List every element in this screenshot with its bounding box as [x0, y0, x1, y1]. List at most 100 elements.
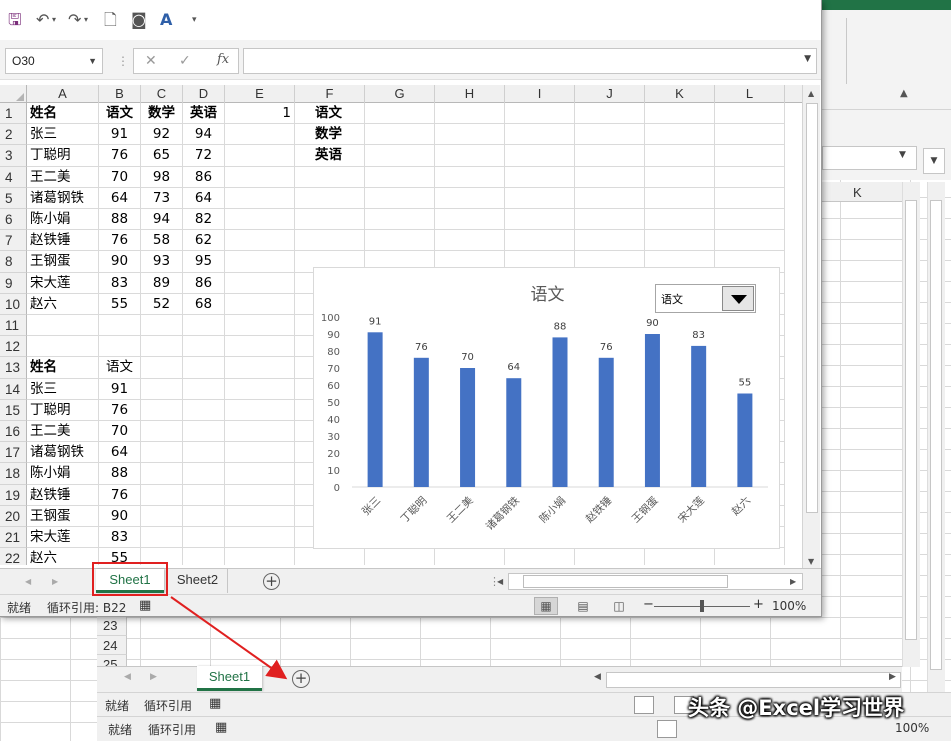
cell-i6[interactable] — [505, 209, 575, 231]
cell-a12[interactable] — [27, 336, 99, 358]
cell-b7[interactable]: 76 — [99, 230, 141, 252]
cell-e1[interactable]: 1 — [225, 103, 295, 125]
name-box[interactable]: O30 ▼ — [5, 48, 103, 74]
row-header[interactable]: 7 — [0, 230, 27, 252]
cell-i4[interactable] — [505, 166, 575, 188]
cell-b11[interactable] — [99, 315, 141, 337]
cell-d10[interactable]: 68 — [183, 293, 225, 315]
cell-g7[interactable] — [365, 230, 435, 252]
cell-d13[interactable] — [183, 357, 225, 379]
cell-a16[interactable]: 王二美 — [27, 421, 99, 443]
cell-g6[interactable] — [365, 209, 435, 231]
cell-b16[interactable]: 70 — [99, 421, 141, 443]
cell-a4[interactable]: 王二美 — [27, 166, 99, 188]
scroll-tabs-left-icon[interactable]: ◀ — [25, 577, 31, 586]
new-sheet-button[interactable]: + — [263, 573, 280, 590]
row-header[interactable]: 13 — [0, 357, 27, 379]
cell-l7[interactable] — [715, 230, 785, 252]
cell-b13[interactable]: 语文 — [99, 357, 141, 379]
cell-b2[interactable]: 91 — [99, 124, 141, 146]
cell-c13[interactable] — [141, 357, 183, 379]
column-header-a[interactable]: A — [27, 85, 99, 103]
cell-b17[interactable]: 64 — [99, 442, 141, 464]
zoom-out-icon[interactable]: − — [643, 597, 654, 612]
column-header-e[interactable]: E — [225, 85, 295, 103]
cell-i7[interactable] — [505, 230, 575, 252]
cell-e20[interactable] — [225, 505, 295, 527]
cell-d8[interactable]: 95 — [183, 251, 225, 273]
cell-l6[interactable] — [715, 209, 785, 231]
formula-bar-grip-icon[interactable]: ⋮ — [117, 54, 129, 68]
zoom-slider-thumb[interactable] — [700, 600, 704, 612]
cell-d17[interactable] — [183, 442, 225, 464]
cell-a18[interactable]: 陈小娟 — [27, 463, 99, 485]
cell-a22[interactable]: 赵六 — [27, 548, 99, 565]
background-column-k[interactable]: K — [853, 185, 862, 200]
column-header-d[interactable]: D — [183, 85, 225, 103]
cell-e10[interactable] — [225, 293, 295, 315]
cell-l22[interactable] — [715, 548, 785, 565]
status-circular-reference[interactable]: 循环引用: B22 — [47, 599, 126, 616]
page-break-preview-icon[interactable]: ◫ — [607, 597, 631, 615]
cell-c11[interactable] — [141, 315, 183, 337]
cell-h5[interactable] — [435, 187, 505, 209]
cell-d20[interactable] — [183, 505, 225, 527]
cell-j7[interactable] — [575, 230, 645, 252]
chart-bar[interactable] — [644, 334, 660, 487]
bar-chart[interactable]: 语文 0 10 20 30 40 50 60 70 80 90 100 91 张三 76 丁聪明 70 王二美 6… — [313, 267, 780, 549]
cell-j4[interactable] — [575, 166, 645, 188]
cell-e5[interactable] — [225, 187, 295, 209]
cell-e15[interactable] — [225, 399, 295, 421]
cell-j22[interactable] — [575, 548, 645, 565]
cell-j1[interactable] — [575, 103, 645, 125]
cell-i3[interactable] — [505, 145, 575, 167]
background-row-header[interactable]: 23 — [97, 616, 127, 636]
cell-i5[interactable] — [505, 187, 575, 209]
cell-e18[interactable] — [225, 463, 295, 485]
cell-f3[interactable]: 英语 — [295, 145, 365, 167]
cell-e13[interactable] — [225, 357, 295, 379]
cell-a1[interactable]: 姓名 — [27, 103, 99, 125]
cell-e2[interactable] — [225, 124, 295, 146]
cell-i2[interactable] — [505, 124, 575, 146]
cell-g5[interactable] — [365, 187, 435, 209]
cell-g1[interactable] — [365, 103, 435, 125]
cell-k1[interactable] — [645, 103, 715, 125]
cell-e11[interactable] — [225, 315, 295, 337]
scroll-left-icon[interactable]: ◀ — [497, 577, 503, 586]
cell-h7[interactable] — [435, 230, 505, 252]
row-header[interactable]: 2 — [0, 124, 27, 146]
chart-bar[interactable] — [737, 393, 753, 488]
cell-a20[interactable]: 王钢蛋 — [27, 505, 99, 527]
chart-bar[interactable] — [691, 345, 707, 487]
scroll-tabs-right-icon[interactable]: ▶ — [150, 672, 157, 682]
row-header[interactable]: 20 — [0, 505, 27, 527]
cell-k22[interactable] — [645, 548, 715, 565]
cell-b21[interactable]: 83 — [99, 527, 141, 549]
cell-d1[interactable]: 英语 — [183, 103, 225, 125]
page-layout-icon[interactable]: ▤ — [571, 597, 595, 615]
normal-view-icon[interactable]: ▦ — [534, 597, 558, 615]
row-header[interactable]: 22 — [0, 548, 27, 565]
row-header[interactable]: 1 — [0, 103, 27, 125]
column-header-l[interactable]: L — [715, 85, 785, 103]
subject-dropdown[interactable]: 语文 — [655, 284, 756, 313]
chevron-down-icon[interactable]: ▼ — [899, 150, 906, 160]
cell-c7[interactable]: 58 — [141, 230, 183, 252]
cell-f1[interactable]: 语文 — [295, 103, 365, 125]
cell-j6[interactable] — [575, 209, 645, 231]
cell-e12[interactable] — [225, 336, 295, 358]
row-header[interactable]: 12 — [0, 336, 27, 358]
cell-c12[interactable] — [141, 336, 183, 358]
background-horizontal-scrollbar[interactable] — [606, 672, 901, 688]
cell-b3[interactable]: 76 — [99, 145, 141, 167]
cell-c15[interactable] — [141, 399, 183, 421]
row-header[interactable]: 9 — [0, 272, 27, 294]
chart-bar[interactable] — [460, 368, 476, 487]
accessibility-icon[interactable]: ▦ — [215, 720, 227, 735]
cell-d3[interactable]: 72 — [183, 145, 225, 167]
cell-g22[interactable] — [365, 548, 435, 565]
cell-l2[interactable] — [715, 124, 785, 146]
column-header-k[interactable]: K — [645, 85, 715, 103]
row-header[interactable]: 19 — [0, 484, 27, 506]
